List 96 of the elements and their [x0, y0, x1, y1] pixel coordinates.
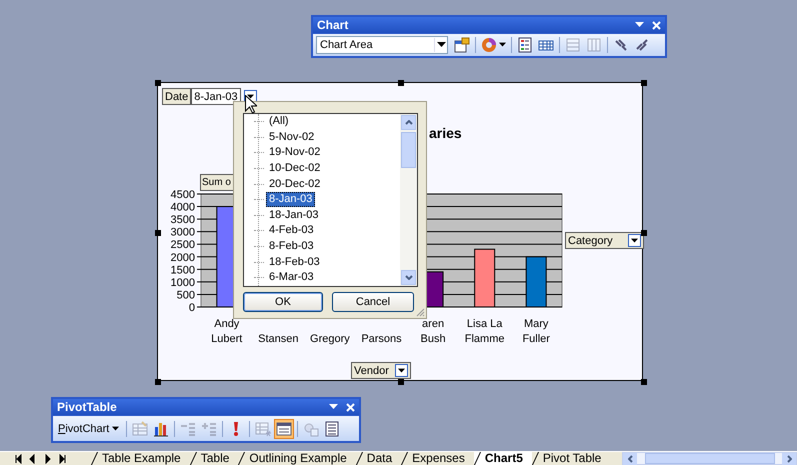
page-field-value: 8-Jan-03 — [191, 88, 241, 105]
page-field-button[interactable]: Date — [162, 88, 192, 105]
caret-icon[interactable] — [631, 238, 638, 244]
list-item[interactable]: 4-Feb-03 — [266, 223, 317, 238]
selection-handle[interactable] — [641, 379, 647, 385]
columns-icon — [586, 37, 602, 53]
axis-label: 3500 — [170, 214, 195, 226]
scroll-down-button[interactable] — [401, 270, 416, 285]
toolbar-options-icon[interactable] — [635, 22, 644, 28]
list-item[interactable]: (All) — [266, 114, 292, 130]
caret-icon[interactable] — [499, 42, 506, 48]
axis-label: 0 — [188, 302, 195, 314]
scroll-thumb[interactable] — [401, 132, 416, 168]
list-icon — [324, 420, 340, 436]
chart-title: aries — [429, 125, 462, 141]
field-settings-icon — [303, 420, 320, 436]
scroll-left-button[interactable] — [623, 452, 637, 464]
list-item[interactable]: 8-Jan-03 — [266, 192, 316, 208]
list-item[interactable]: 19-Nov-02 — [266, 145, 324, 160]
axis-label: 1000 — [170, 276, 195, 289]
list-item[interactable]: 20-Dec-02 — [266, 176, 324, 192]
angled-text-icon — [634, 37, 650, 53]
rows-icon — [565, 37, 581, 53]
report-format-icon — [132, 420, 148, 436]
list-item[interactable]: 10-Dec-02 — [266, 161, 324, 176]
show-detail-icon — [201, 420, 218, 436]
list-item[interactable]: 5-Nov-02 — [266, 130, 318, 145]
list-item[interactable]: 8-Feb-03 — [266, 239, 317, 254]
pivotchart-menu[interactable]: PivotChart — [56, 422, 124, 434]
angled-text-icon — [613, 37, 629, 53]
close-icon[interactable] — [346, 402, 355, 412]
axis-label: 4000 — [170, 202, 195, 214]
caret-icon[interactable] — [112, 426, 120, 432]
scroll-thumb[interactable] — [644, 453, 774, 464]
scrollbar[interactable] — [400, 114, 417, 286]
toolbar-button[interactable] — [479, 35, 508, 55]
selection-handle[interactable] — [155, 80, 161, 86]
axis-label: Gregory — [310, 333, 350, 345]
toolbar-title: PivotTable — [57, 400, 118, 414]
hide-detail-icon — [180, 420, 196, 436]
selection-handle[interactable] — [398, 379, 404, 385]
chart-element-dropdown[interactable]: Chart Area — [316, 36, 448, 54]
axis-label: 4500 — [170, 189, 195, 201]
series-field-button[interactable]: Category — [565, 232, 644, 249]
ok-button[interactable]: OK — [243, 292, 323, 312]
toolbar-title: Chart — [317, 18, 350, 32]
sheet-tab[interactable]: Outlining Example — [238, 452, 356, 465]
donut-chart-icon — [481, 37, 497, 53]
list-item[interactable]: 18-Jan-03 — [266, 208, 322, 223]
axis-label: aren Bush — [420, 318, 446, 345]
axis-label: Stansen — [258, 333, 299, 345]
axis-label: Lisa La Flamme — [464, 318, 504, 345]
cancel-button[interactable]: Cancel — [332, 292, 414, 312]
sheet-tab[interactable]: Table Example — [91, 452, 190, 465]
selection-handle[interactable] — [155, 379, 161, 385]
selection-handle[interactable] — [155, 230, 161, 236]
field-list-icon — [276, 420, 292, 436]
caret-icon[interactable] — [398, 368, 405, 374]
axis-label: 3000 — [170, 226, 195, 239]
scroll-right-button[interactable] — [782, 452, 796, 464]
toolbar-options-icon[interactable] — [329, 404, 338, 410]
toolbar-button[interactable] — [452, 35, 472, 55]
chevron-up-icon — [404, 120, 412, 125]
axis-label: 2000 — [170, 252, 195, 264]
chevron-down-icon — [404, 275, 412, 280]
selection-handle[interactable] — [641, 230, 647, 236]
legend-icon — [517, 37, 533, 53]
table-star-icon — [255, 420, 272, 436]
sheet-tab[interactable]: Chart5 — [474, 452, 532, 465]
data-field-button[interactable]: Sum o — [200, 174, 234, 191]
bar-chart-icon — [153, 420, 170, 436]
axis-label: Parsons — [361, 333, 402, 345]
format-icon — [454, 37, 470, 53]
selection-handle[interactable] — [398, 80, 404, 86]
axis-label: Mary Fuller — [522, 318, 550, 345]
scroll-up-button[interactable] — [401, 115, 416, 130]
list-item[interactable]: 6-Mar-03 — [266, 270, 317, 286]
list-item[interactable]: 18-Feb-03 — [266, 254, 323, 270]
sheet-tab[interactable]: Table — [190, 452, 238, 465]
horizontal-scrollbar[interactable] — [622, 452, 797, 465]
selection-handle[interactable] — [641, 80, 647, 86]
axis-label: 500 — [176, 289, 195, 302]
axis-label: 2500 — [170, 239, 195, 252]
sheet-tab[interactable]: Expenses — [401, 452, 474, 465]
resize-grip-icon[interactable] — [415, 307, 425, 317]
category-field-button[interactable]: Vendor — [351, 362, 411, 379]
sheet-tab[interactable]: Data — [356, 452, 402, 465]
chevron-right-icon — [786, 454, 792, 462]
axis-label: Andy Lubert — [211, 318, 242, 345]
sheet-tab[interactable]: Pivot Table — [532, 452, 610, 465]
toolbar-button[interactable] — [274, 418, 294, 438]
chevron-left-icon — [628, 454, 632, 462]
caret-icon[interactable] — [436, 42, 446, 48]
exclamation-icon — [234, 422, 238, 436]
close-icon[interactable] — [652, 20, 661, 30]
axis-label: 1500 — [170, 264, 195, 276]
